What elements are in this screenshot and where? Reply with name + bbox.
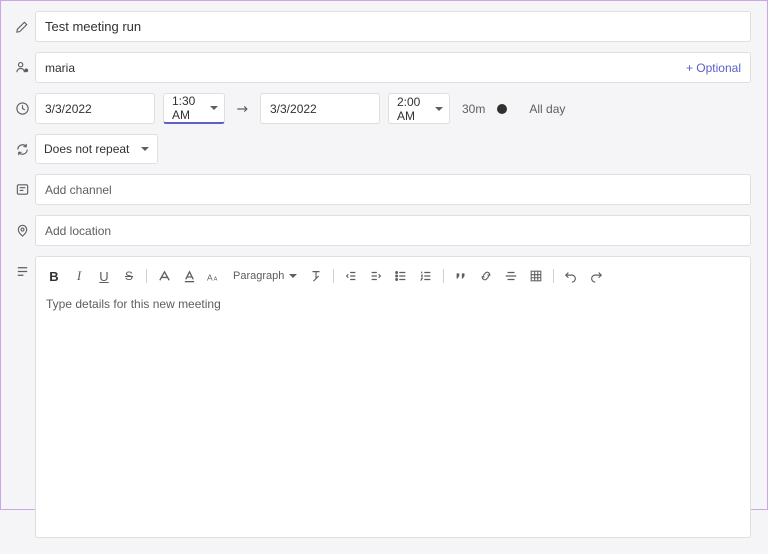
- attendees-input[interactable]: maria: [35, 52, 751, 83]
- edit-icon: [15, 19, 30, 34]
- title-input[interactable]: Test meeting run: [35, 11, 751, 42]
- chevron-down-icon: [141, 147, 149, 151]
- numbered-list-button[interactable]: [418, 268, 434, 284]
- separator: [553, 269, 554, 283]
- bold-button[interactable]: B: [46, 268, 62, 284]
- description-textarea[interactable]: Type details for this new meeting: [46, 297, 740, 527]
- svg-text:A: A: [207, 272, 213, 282]
- underline-button[interactable]: U: [96, 268, 112, 284]
- editor-toolbar: B I U S AA Paragraph: [46, 265, 740, 287]
- indent-decrease-button[interactable]: [343, 268, 359, 284]
- attendee-value: maria: [45, 61, 75, 75]
- italic-button[interactable]: I: [71, 268, 87, 284]
- separator: [146, 269, 147, 283]
- indent-increase-button[interactable]: [368, 268, 384, 284]
- location-icon: [15, 223, 30, 238]
- chevron-down-icon: [289, 274, 297, 278]
- chevron-down-icon: [435, 107, 443, 111]
- separator: [443, 269, 444, 283]
- redo-button[interactable]: [588, 268, 604, 284]
- undo-button[interactable]: [563, 268, 579, 284]
- start-date-input[interactable]: 3/3/2022: [35, 93, 155, 124]
- recurrence-select[interactable]: Does not repeat: [35, 134, 158, 164]
- chevron-down-icon: [210, 106, 218, 110]
- hr-button[interactable]: [503, 268, 519, 284]
- clock-icon: [15, 101, 30, 116]
- all-day-toggle[interactable]: All day: [515, 102, 565, 116]
- svg-text:A: A: [213, 276, 217, 282]
- strikethrough-button[interactable]: S: [121, 268, 137, 284]
- link-button[interactable]: [478, 268, 494, 284]
- bulleted-list-button[interactable]: [393, 268, 409, 284]
- duration-label: 30m: [458, 102, 489, 116]
- paragraph-style-select[interactable]: Paragraph: [231, 270, 299, 282]
- description-editor[interactable]: B I U S AA Paragraph: [35, 256, 751, 538]
- separator: [333, 269, 334, 283]
- arrow-right-icon: [233, 102, 252, 116]
- optional-attendees-link[interactable]: + Optional: [686, 61, 741, 75]
- end-time-select[interactable]: 2:00 AM: [388, 93, 450, 124]
- quote-button[interactable]: [453, 268, 469, 284]
- table-button[interactable]: [528, 268, 544, 284]
- font-color-button[interactable]: [181, 268, 197, 284]
- description-icon: [15, 264, 30, 279]
- location-input[interactable]: Add location: [35, 215, 751, 246]
- clear-formatting-button[interactable]: [308, 268, 324, 284]
- font-size-button[interactable]: AA: [206, 268, 222, 284]
- title-text: Test meeting run: [45, 19, 141, 34]
- recurrence-icon: [15, 142, 30, 157]
- channel-input[interactable]: Add channel: [35, 174, 751, 205]
- channel-icon: [15, 182, 30, 197]
- status-dot: [497, 104, 507, 114]
- highlight-button[interactable]: [156, 268, 172, 284]
- people-icon: [15, 60, 30, 75]
- end-date-input[interactable]: 3/3/2022: [260, 93, 380, 124]
- start-time-select[interactable]: 1:30 AM: [163, 93, 225, 124]
